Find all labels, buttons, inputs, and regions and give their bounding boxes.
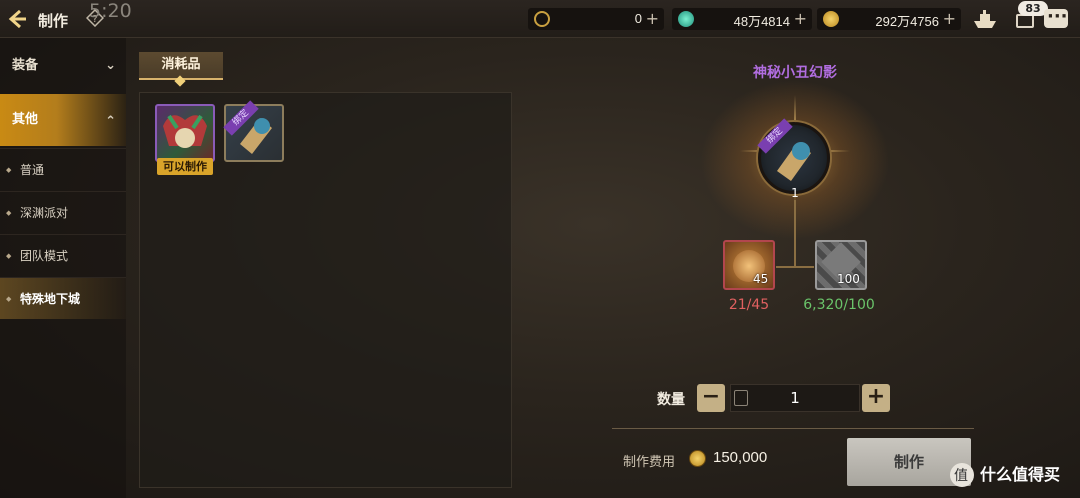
sidebar-item-special-dungeon[interactable]: 特殊地下城 [0,277,126,320]
material-requirement: 6,320/100 [803,297,875,313]
quantity-label: 数量 [657,392,685,408]
page-title: 制作 [38,12,69,30]
quantity-plus-button[interactable]: + [862,384,890,412]
chevron-up-icon: ⌃ [105,114,116,129]
sidebar-category-other[interactable]: 其他 ⌃ [0,94,126,146]
currency-c-coin: 0 + [528,8,664,30]
gold-icon [823,11,839,27]
craftable-badge: 可以制作 [157,158,213,175]
gold-icon [689,450,706,467]
currency-value: 292万4756 [875,14,939,29]
chat-icon[interactable] [1044,6,1068,28]
c-coin-icon [534,11,550,27]
watermark-logo-icon [950,463,974,487]
mail-icon[interactable] [1016,14,1034,28]
jester-mask-icon [163,114,207,148]
recipe-item-jester[interactable] [155,104,215,162]
currency-gem: 48万4814 + [672,8,812,30]
currency-gold: 292万4756 + [817,8,961,30]
connector-line [776,266,814,268]
add-gold-button[interactable]: + [943,9,956,28]
divider [612,428,974,429]
currency-value: 48万4814 [733,14,790,29]
material-count: 100 [837,272,860,286]
status-clock: 5:20 [89,0,132,22]
quantity-minus-button[interactable]: − [697,384,725,412]
currency-value: 0 [634,11,642,26]
quantity-input[interactable]: 1 [730,384,860,412]
sidebar-item-team-mode[interactable]: 团队模式 [0,234,126,277]
material-slot-coin[interactable]: 45 [723,240,775,290]
material-requirement: 21/45 [728,297,770,313]
result-count: 1 [791,186,799,200]
chevron-down-icon: ⌄ [105,58,116,73]
gem-icon [678,11,694,27]
cost-value: 150,000 [713,449,768,466]
calculator-icon[interactable] [734,390,748,406]
back-arrow-icon[interactable] [6,8,28,30]
ship-icon[interactable] [972,8,998,30]
add-gem-button[interactable]: + [794,9,807,28]
sidebar-item-normal[interactable]: 普通 [0,148,126,191]
watermark-text: 什么值得买 [980,465,1061,484]
sidebar-item-abyss-party[interactable]: 深渊派对 [0,191,126,234]
add-c-coin-button[interactable]: + [646,9,659,28]
connector-line [794,200,796,266]
material-count: 45 [753,272,769,286]
sidebar-category-label: 装备 [12,58,39,73]
sidebar-category-equipment[interactable]: 装备 ⌄ [0,40,126,92]
material-slot-crystal[interactable]: 100 [815,240,867,290]
sidebar-category-label: 其他 [12,112,39,127]
cost-label: 制作费用 [623,455,676,470]
item-title: 神秘小丑幻影 [753,65,837,81]
